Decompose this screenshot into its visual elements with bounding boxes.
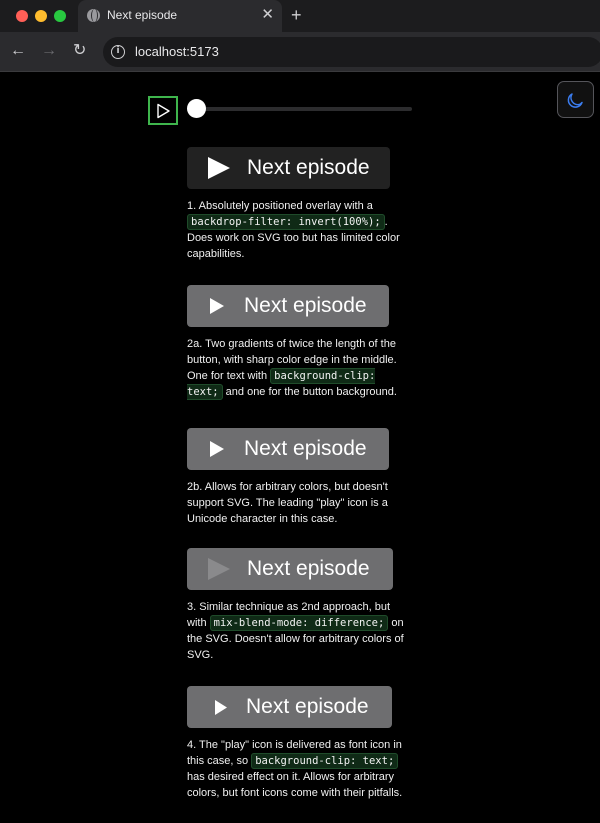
button-label: Next episode bbox=[247, 557, 370, 580]
close-window-button[interactable] bbox=[16, 10, 28, 22]
info-icon[interactable]: i bbox=[111, 45, 125, 59]
close-icon[interactable]: ✕ bbox=[261, 6, 274, 24]
demo-4: Next episode 4. The "play" icon is deliv… bbox=[187, 686, 412, 801]
play-icon bbox=[208, 157, 230, 179]
demo-description-1: 1. Absolutely positioned overlay with a … bbox=[187, 200, 400, 260]
arrow-right-icon[interactable]: → bbox=[41, 40, 57, 62]
next-episode-button-2a[interactable]: Next episode bbox=[187, 285, 389, 327]
demo-2a: Next episode 2a. Two gradients of twice … bbox=[187, 285, 412, 400]
progress-thumb[interactable] bbox=[187, 99, 206, 118]
next-episode-button-2b[interactable]: Next episode bbox=[187, 428, 389, 470]
button-label: Next episode bbox=[244, 437, 367, 460]
demo-description-3: 3. Similar technique as 2nd approach, bu… bbox=[187, 601, 404, 661]
play-button[interactable] bbox=[148, 96, 178, 125]
demo-description-2a: 2a. Two gradients of twice the length of… bbox=[187, 338, 397, 400]
url-text: localhost:5173 bbox=[135, 44, 219, 59]
moon-icon bbox=[567, 92, 583, 108]
maximize-window-button[interactable] bbox=[54, 10, 66, 22]
play-icon bbox=[210, 441, 224, 457]
demo-1: Next episode 1. Absolutely positioned ov… bbox=[187, 147, 412, 262]
address-bar[interactable]: i localhost:5173 bbox=[103, 37, 600, 67]
button-label: Next episode bbox=[244, 294, 367, 317]
tab-title: Next episode bbox=[107, 8, 178, 22]
demo-description-2b: 2b. Allows for arbitrary colors, but doe… bbox=[187, 481, 388, 525]
plus-icon[interactable]: + bbox=[291, 4, 302, 26]
browser-tab[interactable]: Next episode ✕ bbox=[78, 0, 282, 32]
button-label: Next episode bbox=[246, 695, 369, 718]
theme-toggle-button[interactable] bbox=[557, 81, 594, 118]
browser-toolbar: ← → ↻ i localhost:5173 bbox=[0, 32, 600, 72]
reload-icon[interactable]: ↻ bbox=[73, 40, 86, 62]
play-icon bbox=[208, 558, 230, 580]
demo-3: Next episode 3. Similar technique as 2nd… bbox=[187, 548, 412, 663]
demo-description-4: 4. The "play" icon is delivered as font … bbox=[187, 739, 403, 799]
next-episode-button-4[interactable]: Next episode bbox=[187, 686, 392, 728]
browser-tab-bar: Next episode ✕ + bbox=[0, 0, 600, 32]
play-icon bbox=[157, 103, 170, 118]
button-label: Next episode bbox=[247, 156, 370, 179]
next-episode-button-3[interactable]: Next episode bbox=[187, 548, 393, 590]
minimize-window-button[interactable] bbox=[35, 10, 47, 22]
next-episode-button-1[interactable]: Next episode bbox=[187, 147, 390, 189]
demo-2b: Next episode 2b. Allows for arbitrary co… bbox=[187, 428, 412, 527]
play-icon bbox=[215, 699, 227, 715]
globe-icon bbox=[87, 9, 100, 22]
arrow-left-icon[interactable]: ← bbox=[10, 40, 26, 62]
page-content: Next episode 1. Absolutely positioned ov… bbox=[0, 73, 600, 823]
progress-track[interactable] bbox=[195, 107, 412, 111]
play-icon bbox=[210, 298, 224, 314]
